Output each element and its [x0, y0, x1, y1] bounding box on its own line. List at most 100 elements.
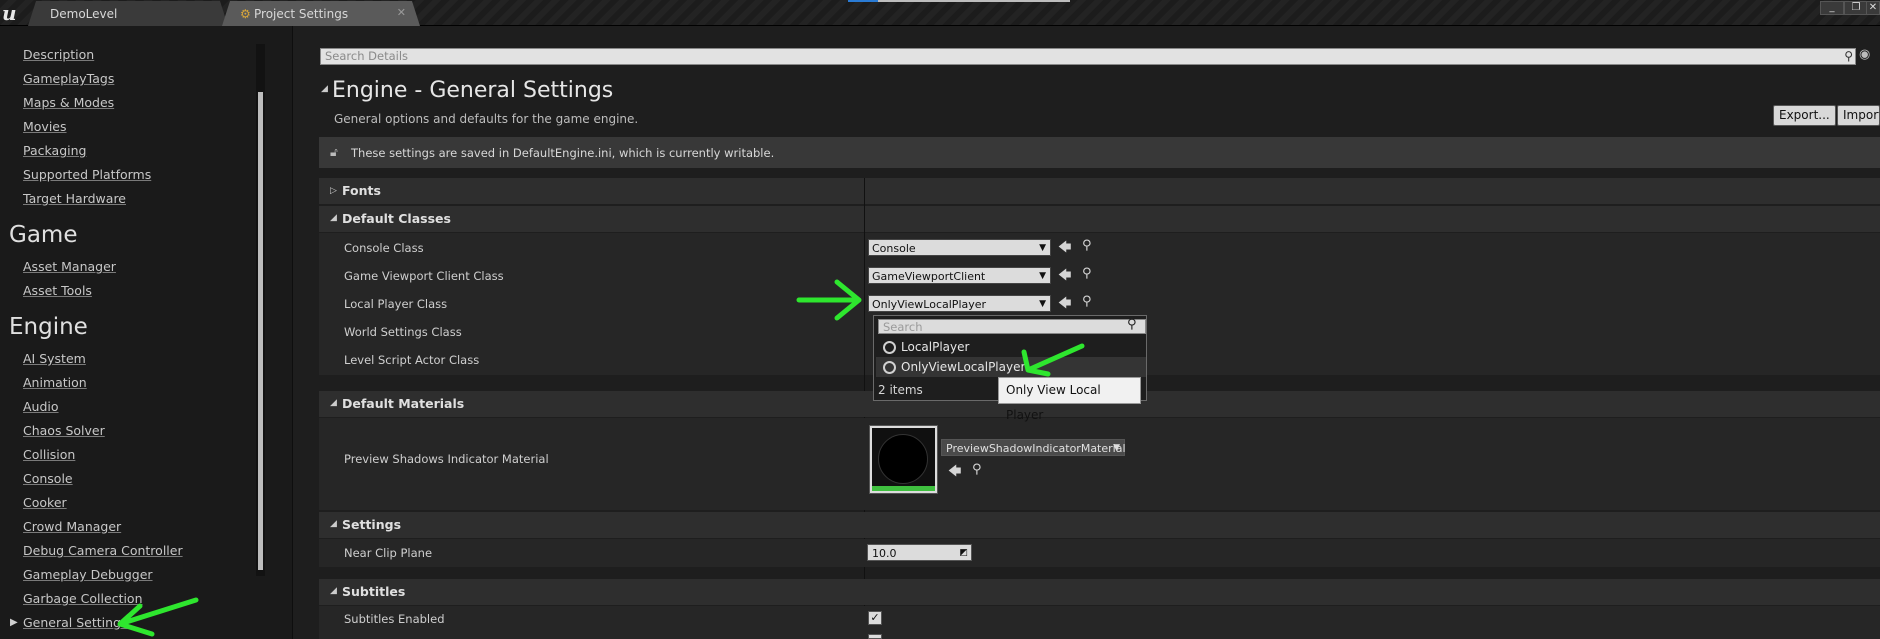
close-window-button[interactable]: ✕ [1866, 1, 1880, 15]
class-picker-search-input[interactable]: Search [878, 319, 1146, 334]
field-value: 10.0 [872, 547, 897, 560]
nav-item-movies[interactable]: Movies [23, 119, 67, 134]
nav-item-asset-manager[interactable]: Asset Manager [23, 259, 116, 274]
expand-arrow-icon[interactable]: ▷ [330, 186, 337, 196]
option-label: OnlyViewLocalPlayer [901, 360, 1026, 374]
material-asset-combo[interactable]: PreviewShadowIndicatorMaterial ▼ [941, 439, 1126, 456]
settings-gear-icon: ⚙ [240, 7, 251, 21]
title-bar: u DemoLevel ⚙ Project Settings ✕ _ ❐ ✕ [0, 0, 1880, 26]
nav-item-animation[interactable]: Animation [23, 375, 87, 390]
class-option-onlyviewlocalplayer[interactable]: OnlyViewLocalPlayer [876, 357, 1146, 377]
category-fonts[interactable] [319, 178, 1880, 204]
combo-value: GameViewportClient [872, 270, 986, 283]
class-radio-icon [883, 341, 896, 354]
use-selected-arrow-icon[interactable]: 🡄︎ [948, 462, 961, 484]
category-subtitles[interactable] [319, 579, 1880, 605]
browse-search-icon[interactable]: ⚲ [972, 462, 982, 477]
nav-item-gameplaytags[interactable]: GameplayTags [23, 71, 114, 86]
property-label: Near Clip Plane [344, 546, 433, 560]
nav-item-packaging[interactable]: Packaging [23, 143, 86, 158]
nav-item-target-hardware[interactable]: Target Hardware [23, 191, 126, 206]
chevron-down-icon: ▼ [1039, 271, 1046, 281]
material-thumbnail[interactable] [869, 425, 938, 494]
browse-search-icon[interactable]: ⚲ [1082, 238, 1092, 253]
combo-value: Console [872, 242, 916, 255]
category-label: Default Materials [342, 396, 465, 411]
property-label: Subtitles Enabled [344, 612, 445, 626]
nav-item-description[interactable]: Description [23, 47, 94, 62]
nav-heading-game: Game [9, 222, 78, 248]
asset-type-stripe [872, 486, 935, 491]
category-label: Subtitles [342, 584, 406, 599]
use-selected-arrow-icon[interactable]: 🡄︎ [1058, 238, 1071, 260]
tab-project-settings[interactable]: ⚙ Project Settings ✕ [222, 1, 420, 26]
close-tab-icon[interactable]: ✕ [397, 6, 406, 19]
nav-scrollbar-thumb[interactable] [258, 92, 263, 570]
nav-item-collision[interactable]: Collision [23, 447, 75, 462]
visibility-eye-icon[interactable]: ◉ [1859, 47, 1870, 62]
category-label: Fonts [342, 183, 381, 198]
tab-label: Project Settings [254, 6, 349, 21]
browse-search-icon[interactable]: ⚲ [1082, 266, 1092, 281]
import-button[interactable]: Import... [1837, 105, 1880, 126]
nav-item-cooker[interactable]: Cooker [23, 495, 67, 510]
tab-demolevel[interactable]: DemoLevel [28, 1, 228, 26]
property-label: Local Player Class [344, 297, 448, 311]
combo-value: OnlyViewLocalPlayer [872, 298, 987, 311]
accent-strip [848, 0, 878, 2]
default-materials-rows [319, 418, 1880, 510]
nav-item-supported-platforms[interactable]: Supported Platforms [23, 167, 151, 182]
nav-item-crowd-manager[interactable]: Crowd Manager [23, 519, 121, 534]
use-selected-arrow-icon[interactable]: 🡄︎ [1058, 294, 1071, 316]
title-strip [878, 0, 1070, 2]
local-player-class-combo[interactable]: OnlyViewLocalPlayer ▼ [868, 295, 1051, 312]
nav-item-chaos-solver[interactable]: Chaos Solver [23, 423, 105, 438]
collapse-arrow-icon[interactable]: ◢ [330, 213, 337, 223]
subtitles-enabled-checkbox[interactable]: ✓ [868, 611, 882, 625]
search-details-input[interactable]: Search Details ⚲ [320, 48, 1856, 65]
property-label: Game Viewport Client Class [344, 269, 504, 283]
browse-search-icon[interactable]: ⚲ [1082, 294, 1092, 309]
tooltip: Only View Local Player [998, 377, 1141, 422]
nav-item-debug-camera-controller[interactable]: Debug Camera Controller [23, 543, 183, 558]
nav-item-console[interactable]: Console [23, 471, 73, 486]
nav-item-maps-modes[interactable]: Maps & Modes [23, 95, 114, 110]
minimize-button[interactable]: _ [1820, 1, 1844, 15]
nav-item-gameplay-debugger[interactable]: Gameplay Debugger [23, 567, 153, 582]
export-button[interactable]: Export... [1773, 105, 1836, 126]
near-clip-plane-field[interactable]: 10.0 ◩ [867, 544, 972, 561]
category-label: Default Classes [342, 211, 451, 226]
nav-item-asset-tools[interactable]: Asset Tools [23, 283, 92, 298]
category-label: Settings [342, 517, 402, 532]
page-subtitle: General options and defaults for the gam… [334, 112, 639, 126]
category-settings[interactable] [319, 512, 1880, 538]
search-icon: ⚲ [1844, 49, 1853, 63]
next-checkbox[interactable] [868, 634, 882, 639]
use-selected-arrow-icon[interactable]: 🡄︎ [1058, 266, 1071, 288]
drag-handle-icon[interactable]: ◩ [959, 545, 968, 562]
collapse-arrow-icon[interactable]: ◢ [321, 84, 328, 94]
expand-arrow-icon[interactable]: ▶ [10, 617, 18, 628]
annotation-arrow-icon [796, 279, 862, 321]
property-label: Preview Shadows Indicator Material [344, 452, 549, 466]
settings-rows [319, 539, 1880, 567]
class-radio-icon [883, 361, 896, 374]
nav-item-audio[interactable]: Audio [23, 399, 59, 414]
chevron-down-icon: ▼ [1039, 243, 1046, 253]
game-viewport-class-combo[interactable]: GameViewportClient ▼ [868, 267, 1051, 284]
sphere-preview-icon [878, 434, 928, 484]
category-default-classes[interactable] [319, 206, 1880, 232]
lock-icon: 🔓︎ [330, 145, 338, 159]
nav-item-ai-system[interactable]: AI System [23, 351, 86, 366]
chevron-down-icon: ▼ [1039, 299, 1046, 309]
collapse-arrow-icon[interactable]: ◢ [330, 519, 337, 529]
nav-heading-engine: Engine [9, 314, 88, 340]
collapse-arrow-icon[interactable]: ◢ [330, 398, 337, 408]
class-option-localplayer[interactable]: LocalPlayer [876, 337, 1146, 357]
console-class-combo[interactable]: Console ▼ [868, 239, 1051, 256]
unreal-logo[interactable]: u [2, 1, 17, 25]
search-placeholder: Search Details [325, 49, 409, 63]
collapse-arrow-icon[interactable]: ◢ [330, 586, 337, 596]
search-placeholder: Search [883, 320, 923, 334]
restore-button[interactable]: ❐ [1844, 1, 1868, 15]
